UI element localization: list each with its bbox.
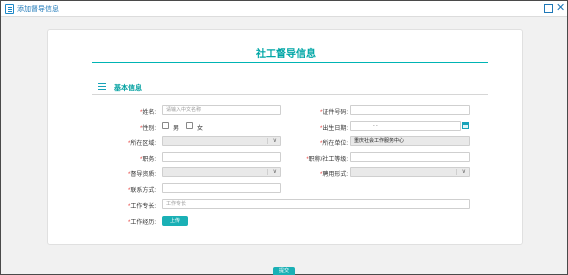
name-label: *姓名: (139, 110, 156, 116)
section-title: 基本信息 (114, 85, 142, 92)
qualification-select[interactable]: ∨ (162, 167, 281, 177)
form-title: 社工督导信息 (256, 49, 316, 60)
calendar-icon[interactable] (462, 122, 469, 129)
close-icon[interactable]: ✕ (556, 2, 565, 14)
id-number-input[interactable] (350, 105, 470, 115)
title-level-label: *职称/社工等级: (306, 157, 348, 163)
submit-button[interactable]: 提交 (273, 267, 295, 275)
organization-input: 重庆社会工作服务中心 (350, 136, 470, 146)
form-icon (5, 4, 14, 14)
section-divider (92, 94, 488, 95)
title-bar: 添加督导信息 ✕ (1, 1, 567, 17)
upload-button[interactable]: 上传 (162, 216, 188, 226)
form-panel: 社工督导信息 基本信息 *姓名: 请输入中文名称 *证件号码: *性别: 男 女… (47, 29, 523, 245)
specialty-input[interactable]: 工作专长 (162, 199, 470, 209)
maximize-icon[interactable] (544, 4, 553, 13)
chevron-down-icon: ∨ (272, 169, 277, 175)
window-title: 添加督导信息 (17, 6, 59, 13)
region-label: *所在区域: (127, 141, 156, 147)
specialty-label: *工作专长: (127, 204, 156, 210)
name-input[interactable]: 请输入中文名称 (162, 105, 281, 115)
employment-type-label: *聘用形式: (319, 172, 348, 178)
contact-input[interactable] (162, 183, 281, 193)
gender-label: *性别: (139, 126, 156, 132)
gender-male-label: 男 (173, 126, 180, 132)
id-number-label: *证件号码: (319, 110, 348, 116)
chevron-down-icon: ∨ (272, 138, 277, 144)
title-divider (92, 62, 488, 63)
contact-label: *联系方式: (127, 188, 156, 194)
gender-female-checkbox[interactable] (186, 122, 193, 129)
experience-label: *工作经历: (127, 220, 156, 226)
dialog-window: 添加督导信息 ✕ 社工督导信息 基本信息 *姓名: 请输入中文名称 *证件号码:… (0, 0, 568, 275)
position-input[interactable] (162, 152, 281, 162)
region-select[interactable]: ∨ (162, 136, 281, 146)
list-icon (98, 83, 106, 90)
position-label: *职务: (139, 157, 156, 163)
birth-date-input[interactable]: - - (350, 121, 461, 131)
birth-date-label: *出生日期: (319, 126, 348, 132)
gender-female-label: 女 (197, 126, 204, 132)
qualification-label: *督导资质: (127, 172, 156, 178)
employment-type-select[interactable]: ∨ (350, 167, 470, 177)
title-level-input[interactable] (350, 152, 470, 162)
gender-male-checkbox[interactable] (162, 122, 169, 129)
organization-label: *所在单位: (319, 141, 348, 147)
chevron-down-icon: ∨ (461, 169, 466, 175)
